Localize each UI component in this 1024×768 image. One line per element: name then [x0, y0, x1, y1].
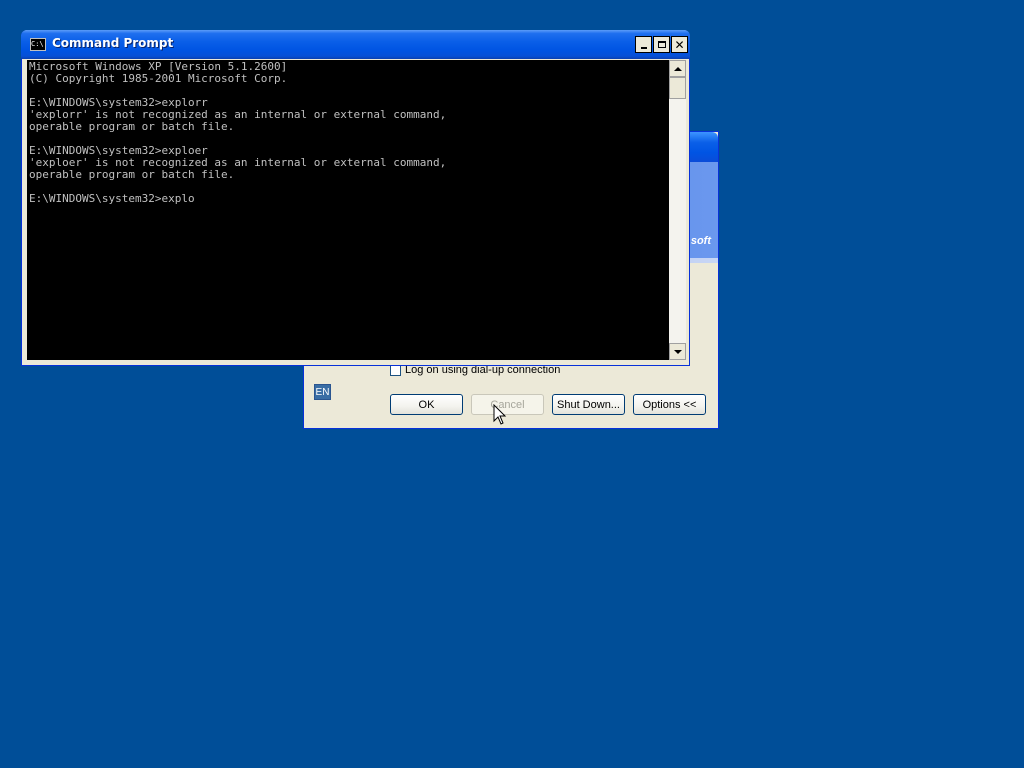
command-prompt-window[interactable]: C:\ Command Prompt ✕ Microsoft Windows X… — [21, 30, 690, 366]
mouse-pointer-icon — [493, 404, 507, 425]
window-title: Command Prompt — [52, 36, 174, 50]
options-button[interactable]: Options << — [633, 394, 706, 415]
close-icon: ✕ — [674, 37, 685, 52]
maximize-icon — [657, 41, 666, 48]
command-prompt-titlebar[interactable]: C:\ Command Prompt ✕ — [21, 30, 690, 59]
arrow-down-icon — [673, 349, 682, 354]
minimize-button[interactable] — [635, 36, 652, 53]
console-output[interactable]: Microsoft Windows XP [Version 5.1.2600] … — [27, 60, 669, 360]
cancel-button[interactable]: Cancel — [471, 394, 544, 415]
console-text: Microsoft Windows XP [Version 5.1.2600] … — [29, 60, 447, 205]
close-button[interactable]: ✕ — [671, 36, 688, 53]
scroll-down-button[interactable] — [669, 343, 686, 360]
dialup-checkbox[interactable] — [390, 364, 401, 376]
logon-brand-text: soft — [690, 235, 711, 247]
command-prompt-icon[interactable]: C:\ — [30, 38, 46, 51]
language-indicator[interactable]: EN — [314, 384, 331, 400]
vertical-scrollbar[interactable] — [669, 60, 686, 360]
scroll-up-button[interactable] — [669, 60, 686, 77]
minimize-icon — [640, 46, 647, 49]
ok-button[interactable]: OK — [390, 394, 463, 415]
arrow-up-icon — [673, 66, 682, 71]
shutdown-button[interactable]: Shut Down... — [552, 394, 625, 415]
maximize-button[interactable] — [653, 36, 670, 53]
scroll-thumb[interactable] — [669, 77, 686, 99]
desktop[interactable]: soft Log on using dial-up connection EN … — [0, 0, 1024, 768]
